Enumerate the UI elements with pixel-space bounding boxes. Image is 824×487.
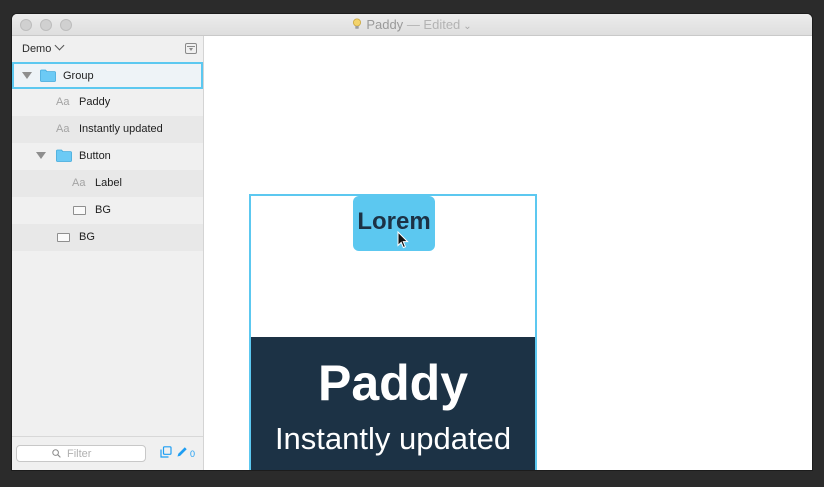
document-lightbulb-icon — [353, 18, 362, 29]
sidebar-footer: 0 — [12, 436, 203, 470]
layer-label: Label — [95, 177, 122, 189]
app-window: Paddy — Edited ⌄ Demo Group Aa Paddy Aa I — [12, 14, 812, 470]
hero-headline: Paddy — [317, 355, 469, 411]
rectangle-layer-icon — [57, 233, 70, 242]
collapse-groups-icon[interactable] — [185, 43, 197, 54]
text-layer-icon: Aa — [72, 177, 86, 189]
title-bar[interactable]: Paddy — Edited ⌄ — [12, 14, 812, 36]
layer-label: BG — [95, 204, 111, 216]
layer-row-bg[interactable]: BG — [12, 224, 203, 251]
filter-input[interactable] — [67, 447, 141, 460]
page-selector-label: Demo — [22, 43, 52, 55]
folder-icon — [40, 69, 56, 82]
window-title[interactable]: Paddy — Edited ⌄ — [12, 17, 812, 35]
sidebar-header: Demo — [12, 36, 203, 62]
chevron-down-icon — [54, 40, 65, 51]
layer-row-paddy[interactable]: Aa Paddy — [12, 89, 203, 116]
filter-field[interactable] — [16, 445, 146, 462]
layer-label: Button — [79, 150, 111, 162]
layer-label: Paddy — [79, 96, 111, 108]
layer-row-instantly-updated[interactable]: Aa Instantly updated — [12, 116, 203, 143]
text-layer-icon: Aa — [56, 123, 70, 135]
edit-pen-icon[interactable] — [176, 446, 188, 458]
window-title-text: Paddy — [366, 17, 404, 32]
layer-label: Instantly updated — [79, 123, 163, 135]
artboard[interactable]: Lorem Paddy Instantly updated — [249, 194, 537, 470]
design-canvas[interactable]: Lorem Paddy Instantly updated — [204, 36, 812, 470]
canvas-button[interactable]: Lorem — [353, 196, 435, 251]
text-layer-icon: Aa — [56, 96, 70, 108]
layer-label: BG — [79, 231, 95, 243]
window-title-status: — Edited — [406, 17, 461, 32]
canvas-button-label: Lorem — [357, 208, 431, 235]
disclosure-triangle-icon[interactable] — [22, 72, 32, 79]
hero-panel[interactable]: Paddy Instantly updated — [251, 337, 535, 470]
layer-row-group[interactable]: Group — [12, 62, 203, 89]
layer-row-button[interactable]: Button — [12, 143, 203, 170]
layer-label: Group — [63, 70, 94, 82]
duplicate-layers-icon[interactable] — [160, 446, 172, 458]
rectangle-layer-icon — [73, 206, 86, 215]
search-icon — [52, 449, 61, 458]
layers-sidebar: Demo Group Aa Paddy Aa Instantly updated — [12, 36, 204, 470]
selection-count: 0 — [190, 449, 196, 459]
folder-icon — [56, 149, 72, 162]
disclosure-triangle-icon[interactable] — [36, 152, 46, 159]
layer-row-bg-nested[interactable]: BG — [12, 197, 203, 224]
hero-subline: Instantly updated — [274, 421, 512, 456]
mouse-cursor-icon — [397, 231, 409, 249]
chevron-down-icon: ⌄ — [463, 21, 472, 32]
layer-row-label[interactable]: Aa Label — [12, 170, 203, 197]
page-selector[interactable]: Demo — [22, 40, 65, 56]
